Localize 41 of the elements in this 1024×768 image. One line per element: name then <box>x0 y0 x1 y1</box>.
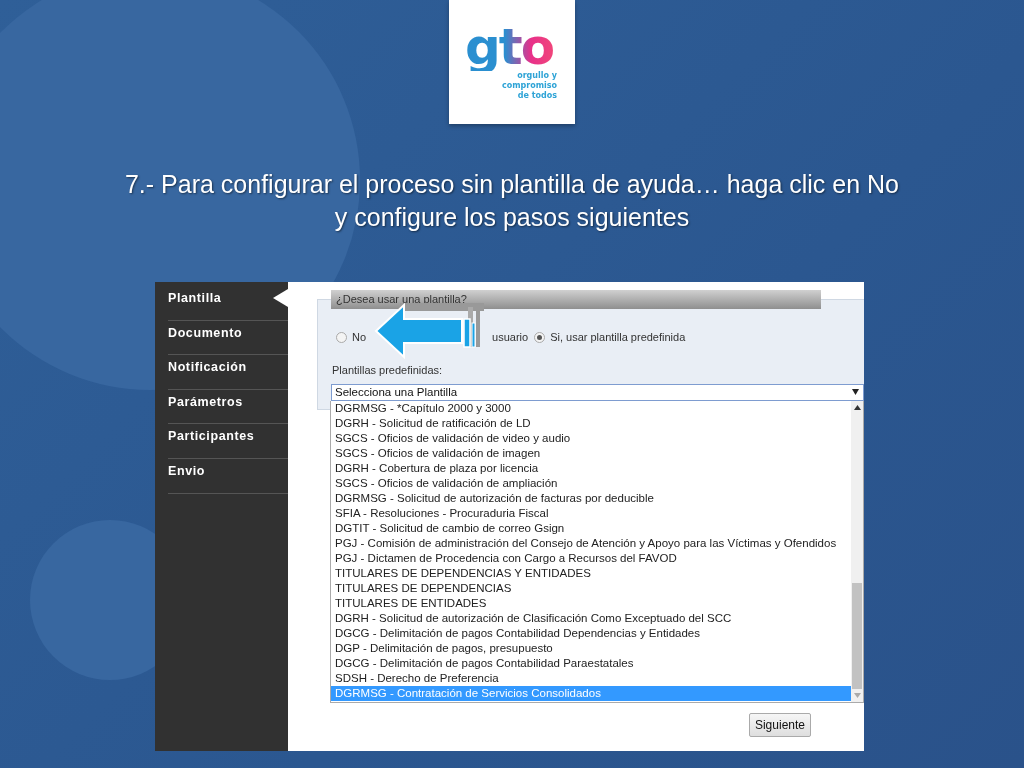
list-option[interactable]: TITULARES DE DEPENDENCIAS <box>331 581 851 596</box>
list-option[interactable]: DGCG - Delimitación de pagos Contabilidad Dependencias y Entidades <box>331 626 851 641</box>
list-option[interactable]: DGCG - Delimitación de pagos Contabilidad Paraestatales <box>331 656 851 671</box>
sidebar-item[interactable]: Envio <box>168 458 288 494</box>
radio-label: usuario <box>492 329 529 345</box>
question-header: ¿Desea usar una plantilla? <box>331 290 821 309</box>
sidebar-item[interactable]: Plantilla <box>168 286 288 321</box>
list-option[interactable]: TITULARES DE ENTIDADES <box>331 596 851 611</box>
radio-label: No <box>352 329 367 345</box>
options-list[interactable] <box>330 401 864 703</box>
list-option[interactable]: DGRH - Solicitud de ratificación de LD <box>331 416 851 431</box>
list-option[interactable]: SGCS - Oficios de validación de video y audio <box>331 431 851 446</box>
slide-title: 7.- Para configurar el proceso sin plantilla de ayuda… haga clic en No y configure los pasos siguientes <box>123 169 901 233</box>
list-option[interactable]: DGTIT - Solicitud de cambio de correo Gsign <box>331 521 851 536</box>
field-label: Plantillas predefinidas: <box>332 363 444 378</box>
list-option[interactable]: DGRH - Cobertura de plaza por licencia <box>331 461 851 476</box>
list-option[interactable]: SGCS - Oficios de validación de ampliación <box>331 476 851 491</box>
list-option[interactable]: DGRMSG - *Capítulo 2000 y 3000 <box>331 401 851 416</box>
scrollbar[interactable] <box>851 401 863 702</box>
select-value: Selecciona una Plantilla <box>335 384 458 400</box>
sidebar-item[interactable]: Parámetros <box>168 389 288 425</box>
list-option[interactable]: DGP - Delimitación de pagos, presupuesto <box>331 641 851 656</box>
dropdown-caret-icon[interactable] <box>852 389 859 395</box>
next-button[interactable]: Siguiente <box>748 713 811 737</box>
radio-button[interactable] <box>534 331 546 343</box>
list-option[interactable]: PGJ - Dictamen de Procedencia con Cargo a Recursos del FAVOD <box>331 551 851 566</box>
radio-label: Si, usar plantilla predefinida <box>550 329 686 345</box>
list-option[interactable]: SDSH - Derecho de Preferencia <box>331 671 851 686</box>
template-select[interactable]: Selecciona una Plantilla <box>331 383 864 401</box>
radio-button[interactable] <box>336 331 347 343</box>
sidebar-item[interactable]: Documento <box>168 320 288 356</box>
sidebar-item[interactable]: Notificación <box>168 355 288 390</box>
list-option[interactable]: TITULARES DE DEPENDENCIAS Y ENTIDADES <box>331 566 851 581</box>
list-option[interactable]: DGRMSG - Solicitud de autorización de facturas por deducible <box>331 491 851 506</box>
list-option[interactable]: SGCS - Oficios de validación de imagen <box>331 446 851 461</box>
scrollbar-thumb[interactable] <box>852 583 862 689</box>
sidebar-item[interactable]: Participantes <box>168 424 288 459</box>
list-option[interactable]: DGRH - Solicitud de autorización de Clasificación Como Exceptuado del SCC <box>331 611 851 626</box>
list-option[interactable]: PGJ - Comisión de administración del Consejo de Atención y Apoyo para las Víctimas y Ofendidos <box>331 536 851 551</box>
list-option[interactable]: SFIA - Resoluciones - Procuraduria Fiscal <box>331 506 851 521</box>
logo-tagline: orgullo y compromiso de todos <box>500 71 557 101</box>
